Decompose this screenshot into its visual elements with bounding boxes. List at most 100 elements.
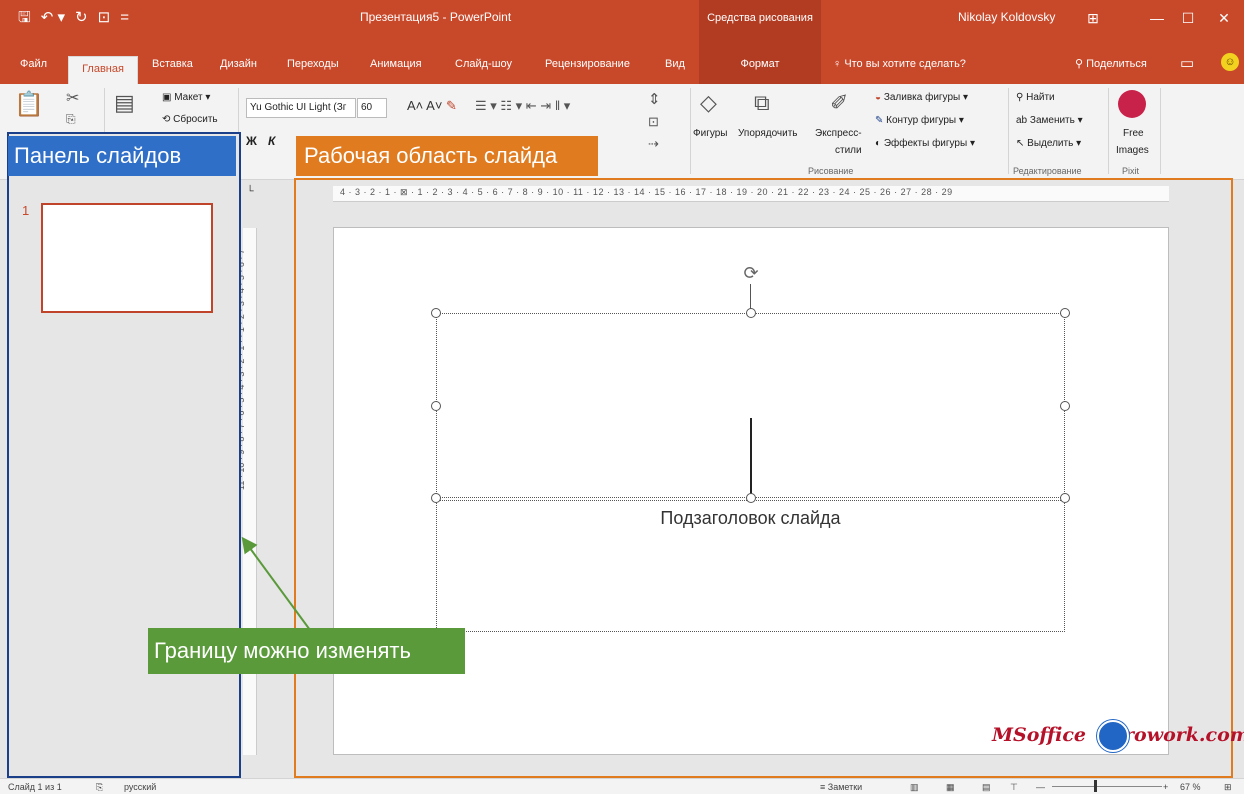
maximize-icon[interactable]: ☐ xyxy=(1175,6,1201,30)
layout-button[interactable]: ▣ Макет ▾ xyxy=(162,92,210,103)
quick-access-toolbar: 🖫 ↶ ▾ ↻ ⊡ = xyxy=(18,6,129,30)
group-label-editing: Редактирование xyxy=(1013,166,1082,176)
text-cursor xyxy=(750,418,752,498)
resize-handle-ne[interactable] xyxy=(1060,308,1070,318)
lightbulb-icon: ♀ xyxy=(833,58,845,70)
quick-styles-button[interactable]: Экспресс- xyxy=(815,128,862,139)
resize-handle-nw[interactable] xyxy=(431,308,441,318)
ruler-tab-selector[interactable]: └ xyxy=(243,186,257,200)
zoom-in-icon[interactable]: + xyxy=(1163,782,1168,792)
slide-sorter-icon[interactable]: ▦ xyxy=(946,782,955,793)
text-direction-icon[interactable]: ⇕ xyxy=(648,90,661,108)
clear-formatting-icon[interactable]: ✎ xyxy=(446,98,457,114)
tab-home[interactable]: Главная xyxy=(68,56,138,84)
quick-styles-icon[interactable]: ✐ xyxy=(830,90,848,116)
share-button[interactable]: ⚲ Поделиться xyxy=(1075,57,1147,70)
slideshow-view-icon[interactable]: ⊤ xyxy=(1010,782,1018,793)
callout-work-area: Рабочая область слайда xyxy=(296,136,598,176)
align-text-icon[interactable]: ⊡ xyxy=(648,114,659,130)
comments-icon[interactable]: ▭ xyxy=(1180,54,1194,72)
reset-icon: ⟲ xyxy=(162,114,174,125)
resize-handle-n[interactable] xyxy=(746,308,756,318)
free-images-button[interactable]: Free xyxy=(1123,128,1144,139)
pointer-icon: ↖ xyxy=(1016,138,1028,149)
bold-button[interactable]: Ж xyxy=(246,134,257,148)
person-icon: ⚲ xyxy=(1075,58,1087,70)
close-icon[interactable]: ✕ xyxy=(1211,6,1237,30)
start-slideshow-icon[interactable]: ⊡ xyxy=(98,6,111,30)
shape-fill-button[interactable]: ◒ Заливка фигуры ▾ xyxy=(875,92,968,103)
smartart-icon[interactable]: ⇢ xyxy=(648,136,659,152)
paste-icon[interactable]: 📋 xyxy=(14,90,44,119)
fit-to-window-icon[interactable]: ⊞ xyxy=(1224,782,1232,793)
tab-transitions[interactable]: Переходы xyxy=(287,58,339,70)
arrange-icon[interactable]: ⧉ xyxy=(754,90,770,116)
italic-button[interactable]: К xyxy=(268,134,275,148)
cut-icon[interactable]: ✂ xyxy=(66,88,79,108)
shapes-icon[interactable]: ◇ xyxy=(700,90,717,116)
arrange-button[interactable]: Упорядочить xyxy=(738,128,798,139)
undo-icon[interactable]: ↶ ▾ xyxy=(41,6,65,30)
minimize-icon[interactable]: — xyxy=(1144,6,1170,30)
new-slide-icon[interactable]: ▤ xyxy=(114,90,135,116)
user-name[interactable]: Nikolay Koldovsky xyxy=(958,10,1055,24)
resize-handle-s[interactable] xyxy=(746,493,756,503)
tab-format[interactable]: Формат xyxy=(699,44,821,84)
select-button[interactable]: ↖ Выделить ▾ xyxy=(1016,138,1081,149)
customize-qat-icon[interactable]: = xyxy=(120,6,129,30)
rotate-handle-icon[interactable]: ⟳ xyxy=(740,262,762,284)
zoom-level[interactable]: 67 % xyxy=(1180,782,1201,792)
ribbon-tabs: Файл Главная Вставка Дизайн Переходы Ани… xyxy=(0,44,1244,84)
slide-counter: Слайд 1 из 1 xyxy=(8,782,62,792)
pen-icon: ✎ xyxy=(875,115,887,126)
paint-bucket-icon: ◒ xyxy=(875,92,884,103)
tab-view[interactable]: Вид xyxy=(665,58,685,70)
status-bar: Слайд 1 из 1 ⎘ русский ≡ Заметки ▥ ▦ ▤ ⊤… xyxy=(0,778,1244,794)
group-label-drawing: Рисование xyxy=(808,166,854,176)
resize-handle-w[interactable] xyxy=(431,401,441,411)
pixit-logo-icon[interactable] xyxy=(1118,90,1146,118)
slide-thumbnail[interactable] xyxy=(41,203,213,313)
zoom-slider[interactable] xyxy=(1052,786,1162,787)
resize-handle-se[interactable] xyxy=(1060,493,1070,503)
feedback-smiley-icon[interactable]: ☺ xyxy=(1221,53,1239,71)
ribbon-display-options-icon[interactable]: ⊞ xyxy=(1080,6,1106,30)
reading-view-icon[interactable]: ▤ xyxy=(982,782,991,793)
save-icon[interactable]: 🖫 xyxy=(18,6,31,30)
normal-view-icon[interactable]: ▥ xyxy=(910,782,919,793)
tab-file[interactable]: Файл xyxy=(20,58,47,70)
notes-icon: ≡ xyxy=(820,782,828,792)
resize-handle-sw[interactable] xyxy=(431,493,441,503)
shape-effects-button[interactable]: ◐ Эффекты фигуры ▾ xyxy=(875,138,975,149)
layout-icon: ▣ xyxy=(162,92,175,103)
reset-button[interactable]: ⟲ Сбросить xyxy=(162,114,218,125)
tab-review[interactable]: Рецензирование xyxy=(545,58,630,70)
bullets-icon[interactable]: ☰ ▾ ☷ ▾ ⇤ ⇥ ‖ ▾ xyxy=(475,98,570,114)
replace-button[interactable]: ab Заменить ▾ xyxy=(1016,115,1083,126)
notes-button[interactable]: ≡ Заметки xyxy=(820,782,862,792)
font-size-select[interactable]: 60 xyxy=(357,98,387,118)
shapes-button[interactable]: Фигуры xyxy=(693,128,727,139)
tab-animations[interactable]: Анимация xyxy=(370,58,422,70)
proofing-icon[interactable]: ⎘ xyxy=(96,782,103,793)
language-indicator[interactable]: русский xyxy=(124,782,156,792)
callout-slide-panel: Панель слайдов xyxy=(8,136,236,176)
resize-handle-e[interactable] xyxy=(1060,401,1070,411)
subtitle-placeholder-text: Подзаголовок слайда xyxy=(660,508,841,528)
rotation-connector xyxy=(750,284,751,310)
tab-design[interactable]: Дизайн xyxy=(220,58,257,70)
shape-outline-button[interactable]: ✎ Контур фигуры ▾ xyxy=(875,115,964,126)
tab-slideshow[interactable]: Слайд-шоу xyxy=(455,58,512,70)
tab-insert[interactable]: Вставка xyxy=(152,58,193,70)
font-name-select[interactable]: Yu Gothic UI Light (Зг xyxy=(246,98,356,118)
font-grow-shrink-icon[interactable]: A˄ A˅ xyxy=(407,98,442,113)
find-button[interactable]: ⚲ Найти xyxy=(1016,92,1055,103)
tell-me-box[interactable]: ♀ Что вы хотите сделать? xyxy=(833,58,966,70)
zoom-out-icon[interactable]: — xyxy=(1036,782,1045,792)
zoom-slider-thumb[interactable] xyxy=(1094,780,1097,792)
callout-border-resizable: Границу можно изменять xyxy=(148,628,465,674)
watermark-p-logo-icon xyxy=(1097,720,1129,752)
copy-icon[interactable]: ⎘ xyxy=(66,112,76,127)
free-images-button-line2: Images xyxy=(1116,145,1149,156)
redo-icon[interactable]: ↻ xyxy=(75,6,88,30)
